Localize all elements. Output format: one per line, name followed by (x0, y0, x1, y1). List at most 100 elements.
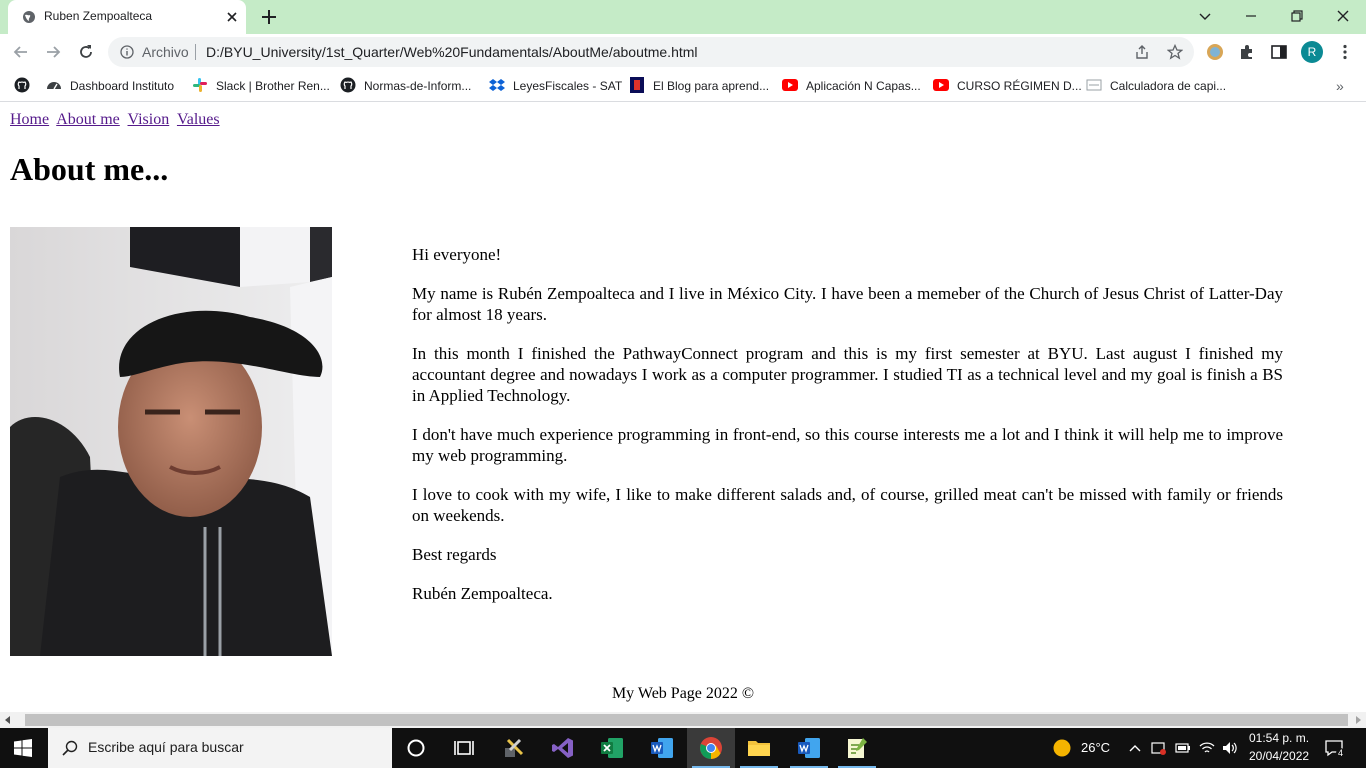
close-tab-icon[interactable] (224, 9, 240, 25)
scrollbar-thumb[interactable] (25, 714, 1348, 726)
extensions-puzzle-icon[interactable] (1238, 43, 1256, 61)
paragraph: Hi everyone! (412, 245, 502, 264)
share-icon[interactable] (1134, 44, 1150, 60)
address-bar[interactable]: Archivo D:/BYU_University/1st_Quarter/We… (108, 37, 1194, 67)
profile-avatar[interactable]: R (1301, 41, 1323, 63)
scroll-left-icon[interactable] (5, 716, 10, 724)
bookmark-item[interactable]: Normas-de-Inform... (340, 77, 471, 95)
file-explorer-icon[interactable] (747, 736, 771, 760)
slack-icon (193, 78, 207, 92)
page-footer: My Web Page 2022 © (611, 685, 755, 702)
menu-kebab-icon[interactable] (1336, 43, 1354, 61)
info-icon[interactable] (120, 45, 134, 59)
tab-strip: Ruben Zempoalteca (0, 0, 1366, 34)
browser-toolbar: Archivo D:/BYU_University/1st_Quarter/We… (0, 34, 1366, 70)
nav-link-home[interactable]: Home (10, 111, 49, 128)
close-window-icon[interactable] (1335, 8, 1351, 24)
tab-search-chevron-icon[interactable] (1197, 8, 1213, 24)
clock-time[interactable]: 01:54 p. m. (1249, 731, 1309, 745)
profile-photo (10, 227, 332, 656)
more-bookmarks-icon[interactable]: » (1336, 78, 1344, 94)
bookmark-label: Normas-de-Inform... (364, 79, 472, 93)
side-panel-icon[interactable] (1270, 43, 1288, 61)
dropbox-icon (489, 79, 505, 91)
site-nav: Home About me Vision Values (10, 111, 224, 129)
bookmark-item[interactable] (14, 77, 38, 95)
visual-studio-icon[interactable] (551, 736, 575, 760)
bookmark-item[interactable]: Dashboard Instituto (46, 77, 174, 95)
notepad-plus-icon[interactable] (845, 736, 869, 760)
clock-date[interactable]: 20/04/2022 (1249, 749, 1309, 763)
paragraph: Rubén Zempoalteca. (412, 584, 553, 603)
bookmark-label: Aplicación N Capas... (806, 79, 921, 93)
bookmark-label: Calculadora de capi... (1110, 79, 1227, 93)
forward-icon[interactable] (44, 43, 62, 61)
notification-count: 4 (1336, 748, 1346, 758)
bookmark-item[interactable]: El Blog para aprend... (629, 77, 769, 95)
restore-icon[interactable] (1289, 8, 1305, 24)
paragraph: Best regards (412, 545, 497, 564)
excel-icon[interactable] (600, 736, 624, 760)
word-icon[interactable] (650, 736, 674, 760)
nav-link-vision[interactable]: Vision (128, 111, 170, 128)
dashboard-icon (47, 82, 61, 90)
bookmark-label: Dashboard Instituto (70, 79, 175, 93)
cortana-icon[interactable] (404, 736, 428, 760)
chrome-icon[interactable] (699, 736, 723, 760)
youtube-icon (933, 79, 949, 91)
bookmark-item[interactable]: Aplicación N Capas... (782, 77, 921, 95)
wifi-icon[interactable] (1199, 740, 1215, 756)
blog-icon (630, 77, 644, 93)
taskbar: Escribe aquí para buscar 26°C 01:54 p. m… (0, 728, 1366, 768)
bookmark-item[interactable]: LeyesFiscales - SAT (489, 77, 622, 95)
chevron-up-icon[interactable] (1127, 740, 1143, 756)
bookmark-label: El Blog para aprend... (653, 79, 770, 93)
new-tab-icon[interactable] (260, 8, 278, 26)
search-placeholder: Escribe aquí para buscar (88, 739, 244, 755)
scroll-right-icon[interactable] (1356, 716, 1361, 724)
search-icon (62, 740, 78, 756)
star-icon[interactable] (1167, 44, 1183, 60)
word-icon[interactable] (797, 736, 821, 760)
weather-temperature[interactable]: 26°C (1081, 740, 1110, 755)
bookmark-item[interactable]: Calculadora de capi... (1086, 77, 1226, 95)
paragraph: In this month I finished the PathwayConn… (412, 344, 1283, 405)
bookmark-label: Slack | Brother Ren... (216, 79, 330, 93)
nav-link-about-me[interactable]: About me (56, 111, 120, 128)
calculator-icon (1086, 79, 1102, 91)
bookmark-item[interactable]: CURSO RÉGIMEN D... (933, 77, 1082, 95)
battery-icon[interactable] (1175, 740, 1191, 756)
security-icon[interactable] (1151, 740, 1167, 756)
bookmark-label: LeyesFiscales - SAT (513, 79, 623, 93)
bookmark-item[interactable]: Slack | Brother Ren... (192, 77, 330, 95)
bookmark-label: CURSO RÉGIMEN D... (957, 79, 1082, 93)
github-icon (14, 77, 30, 93)
weather-sun-icon[interactable] (1053, 739, 1071, 757)
task-view-icon[interactable] (452, 736, 476, 760)
web-page: Home About me Vision Values About me... (0, 103, 1366, 712)
bookmarks-bar: Dashboard Instituto Slack | Brother Ren.… (0, 70, 1366, 102)
github-icon (340, 77, 356, 93)
paragraph: I don't have much experience programming… (412, 425, 1283, 465)
reload-icon[interactable] (77, 43, 95, 61)
about-text: Hi everyone! My name is Rubén Zempoaltec… (412, 244, 1283, 622)
windows-start-icon[interactable] (14, 739, 32, 757)
url-text[interactable]: D:/BYU_University/1st_Quarter/Web%20Fund… (206, 44, 698, 60)
tools-app-icon[interactable] (502, 736, 526, 760)
tab-title: Ruben Zempoalteca (44, 9, 153, 23)
paragraph: I love to cook with my wife, I like to m… (412, 485, 1283, 525)
extension-app-icon[interactable] (1206, 43, 1224, 61)
back-icon[interactable] (12, 43, 30, 61)
browser-tab[interactable]: Ruben Zempoalteca (8, 0, 246, 34)
nav-link-values[interactable]: Values (177, 111, 220, 128)
horizontal-scrollbar[interactable] (0, 712, 1366, 728)
paragraph: My name is Rubén Zempoalteca and I live … (412, 284, 1283, 324)
globe-icon (23, 11, 35, 23)
youtube-icon (782, 79, 798, 91)
volume-icon[interactable] (1222, 740, 1238, 756)
page-title: About me... (10, 151, 169, 187)
divider (195, 44, 196, 60)
minimize-icon[interactable] (1243, 8, 1259, 24)
scheme-label: Archivo (142, 44, 189, 60)
taskbar-search[interactable]: Escribe aquí para buscar (48, 728, 392, 768)
